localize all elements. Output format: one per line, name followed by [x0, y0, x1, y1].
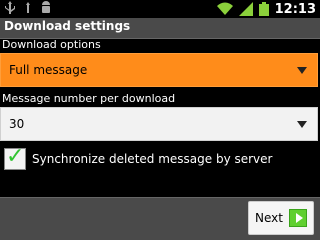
sync-deleted-label: Synchronize deleted message by server [32, 152, 273, 166]
chevron-down-icon [297, 67, 307, 74]
notification-icons [4, 1, 52, 15]
bottom-bar: Next [0, 197, 320, 240]
message-number-value: 30 [9, 117, 25, 131]
message-number-dropdown[interactable]: 30 [0, 107, 318, 141]
battery-icon [258, 2, 269, 16]
arrow-right-icon [288, 209, 307, 227]
next-button-label: Next [255, 211, 283, 225]
download-options-label: Download options [2, 38, 101, 51]
download-options-value: Full message [9, 63, 88, 77]
clock: 12:13 [274, 1, 316, 17]
status-bar: 12:13 [0, 0, 320, 18]
android-icon [40, 1, 52, 15]
title-bar: Download settings [0, 18, 320, 39]
download-options-dropdown[interactable]: Full message [0, 53, 318, 87]
usb-debug-icon [22, 1, 34, 15]
checkmark-icon: ✓ [6, 144, 25, 169]
system-icons: 12:13 [216, 0, 316, 18]
next-button[interactable]: Next [248, 201, 314, 235]
usb-icon [4, 1, 16, 15]
message-number-label: Message number per download [2, 92, 176, 105]
page-title: Download settings [4, 19, 131, 33]
sync-deleted-row[interactable]: ✓ Synchronize deleted message by server [4, 144, 273, 171]
signal-icon [238, 2, 253, 16]
chevron-down-icon [297, 121, 307, 128]
wifi-icon [216, 2, 233, 16]
sync-deleted-checkbox[interactable]: ✓ [4, 144, 26, 170]
